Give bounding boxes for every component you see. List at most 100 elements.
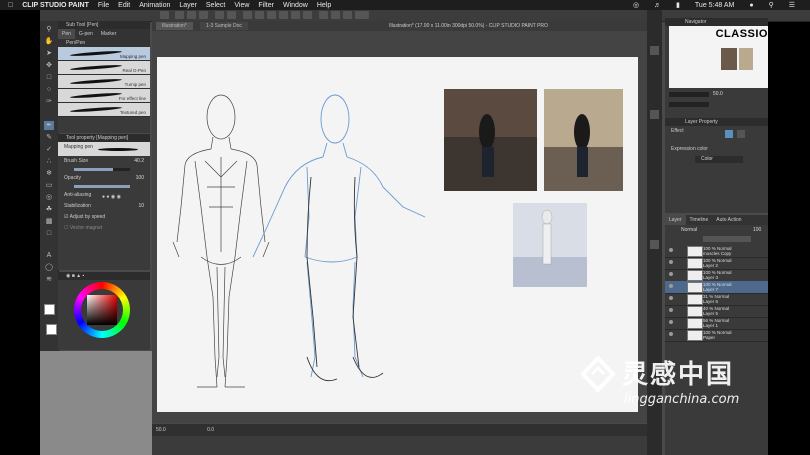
open-icon[interactable] [187, 11, 196, 19]
eye-icon[interactable] [669, 332, 673, 336]
prop-adjust-speed[interactable]: ☑ Adjust by speed [58, 212, 150, 223]
prop-brush-size[interactable]: Brush Size 40.2 [58, 156, 150, 167]
eye-icon[interactable] [669, 260, 673, 264]
tab-timeline[interactable]: Timeline [686, 215, 713, 225]
transform-icon[interactable] [255, 11, 264, 19]
navigator-zoom-value[interactable]: 50.0 [713, 91, 723, 97]
navigator-thumbnail[interactable]: CLASSIO [669, 26, 768, 88]
eye-icon[interactable] [669, 272, 673, 276]
tab-auto-action[interactable]: Auto Action [712, 215, 745, 225]
new-file-icon[interactable] [175, 11, 184, 19]
tab-layer[interactable]: Layer [665, 215, 686, 225]
hue-ring[interactable] [74, 282, 130, 338]
figure-tool-icon[interactable]: □ [44, 229, 54, 238]
move-layer-icon[interactable]: ✥ [44, 61, 54, 70]
airbrush-tool-icon[interactable]: ∴ [44, 157, 54, 166]
volume-icon[interactable]: ♬ [654, 2, 661, 9]
eye-icon[interactable] [669, 320, 673, 324]
brush-tool-icon[interactable]: ✓ [44, 145, 54, 154]
expression-color-icon[interactable] [737, 130, 745, 138]
dock-icon-3[interactable] [650, 240, 659, 249]
eye-icon[interactable] [669, 248, 673, 252]
clear-icon[interactable] [243, 11, 252, 19]
zoom-tool-icon[interactable]: ⚲ [44, 25, 54, 34]
menu-app-name[interactable]: CLIP STUDIO PAINT [22, 2, 89, 9]
drawing-canvas[interactable] [157, 57, 638, 412]
menu-filter[interactable]: Filter [258, 2, 274, 9]
prop-stabilization[interactable]: Stabilization 10 [58, 201, 150, 212]
gradient-tool-icon[interactable]: ▩ [44, 217, 54, 226]
redo-icon[interactable] [227, 11, 236, 19]
eye-icon[interactable] [669, 284, 673, 288]
prop-anti-aliasing[interactable]: Anti-aliasing ● ● ◉ ◉ [58, 190, 150, 201]
eye-icon[interactable] [669, 308, 673, 312]
navigator-zoom-slider[interactable] [669, 92, 709, 97]
menu-clock[interactable]: Tue 5:48 AM [695, 2, 734, 9]
menu-window[interactable]: Window [283, 2, 308, 9]
hand-tool-icon[interactable]: ✋ [44, 37, 54, 46]
select-all-icon[interactable] [267, 11, 276, 19]
lasso-tool-icon[interactable]: ○ [44, 85, 54, 94]
dock-icon-1[interactable] [650, 46, 659, 55]
main-color-chip[interactable] [46, 324, 57, 335]
invert-selection-icon[interactable] [291, 11, 300, 19]
snap-ruler-icon[interactable] [331, 11, 340, 19]
brush-item-mapping-pen[interactable]: Mapping pen [58, 47, 150, 61]
balloon-tool-icon[interactable]: ◯ [44, 263, 54, 272]
selection-border-icon[interactable] [303, 11, 312, 19]
tab-sample-doc[interactable]: 1-3 Sample Doc [200, 22, 248, 30]
decoration-tool-icon[interactable]: ❄ [44, 169, 54, 178]
text-tool-icon[interactable]: A [44, 251, 54, 260]
brush-item-textured-pen[interactable]: Textured pen [58, 103, 150, 117]
user-icon[interactable]: ● [749, 2, 753, 9]
tab-g-pen[interactable]: G-pen [75, 29, 97, 39]
eyedropper-tool-icon[interactable]: ✑ [44, 97, 54, 106]
tab-marker[interactable]: Marker [97, 29, 121, 39]
snap-grid-icon[interactable] [343, 11, 352, 19]
pen-tool-icon[interactable]: ✒ [44, 121, 54, 130]
prop-opacity[interactable]: Opacity 100 [58, 173, 150, 184]
menu-animation[interactable]: Animation [139, 2, 170, 9]
layer-row[interactable]: 100 % Normal Paper [665, 329, 768, 342]
layer-tool-icons[interactable] [703, 236, 751, 242]
eraser-tool-icon[interactable]: ▭ [44, 181, 54, 190]
stabilization-value[interactable]: 10 [138, 201, 144, 212]
saturation-value-box[interactable] [87, 295, 117, 325]
border-effect-icon[interactable] [725, 130, 733, 138]
fill-tool-icon[interactable]: ☘ [44, 205, 54, 214]
save-icon[interactable] [199, 11, 208, 19]
layer-opacity-value[interactable]: 100 [753, 227, 761, 233]
wifi-icon[interactable]: ◎ [633, 1, 639, 9]
brush-item-turnip-pen[interactable]: Turnip pen [58, 75, 150, 89]
brush-item-effect-line[interactable]: For effect line [58, 89, 150, 103]
menu-edit[interactable]: Edit [118, 2, 130, 9]
battery-icon[interactable]: ▮ [676, 1, 680, 9]
opacity-value[interactable]: 100 [136, 173, 144, 184]
dock-icon-2[interactable] [650, 110, 659, 119]
menu-view[interactable]: View [234, 2, 249, 9]
undo-icon[interactable] [215, 11, 224, 19]
zoom-value[interactable]: 50.0 [156, 427, 166, 433]
brush-item-real-g-pen[interactable]: Real G-Pen [58, 61, 150, 75]
blend-tool-icon[interactable]: ◎ [44, 193, 54, 202]
search-icon[interactable]: ⚲ [769, 1, 774, 9]
navigator-rotate-slider[interactable] [669, 102, 709, 107]
selection-tool-icon[interactable]: □ [44, 73, 54, 82]
brush-size-value[interactable]: 40.2 [134, 156, 144, 167]
apple-icon[interactable]:  [8, 2, 13, 9]
angle-value[interactable]: 0.0 [207, 427, 214, 433]
eye-icon[interactable] [669, 296, 673, 300]
tab-pen[interactable]: Pen [58, 29, 75, 39]
correct-line-tool-icon[interactable]: ≋ [44, 275, 54, 284]
tab-illustration[interactable]: Illustration* [156, 22, 193, 30]
fill-icon[interactable] [319, 11, 328, 19]
menu-list-icon[interactable]: ☰ [789, 1, 795, 9]
menu-file[interactable]: File [98, 2, 109, 9]
pencil-tool-icon[interactable]: ✎ [44, 133, 54, 142]
background-color-chip[interactable] [44, 304, 55, 315]
expression-color-select[interactable]: Color [695, 156, 743, 163]
menu-layer[interactable]: Layer [179, 2, 197, 9]
clip-studio-icon[interactable] [160, 11, 169, 19]
menu-select[interactable]: Select [206, 2, 225, 9]
operation-tool-icon[interactable]: ➤ [44, 49, 54, 58]
